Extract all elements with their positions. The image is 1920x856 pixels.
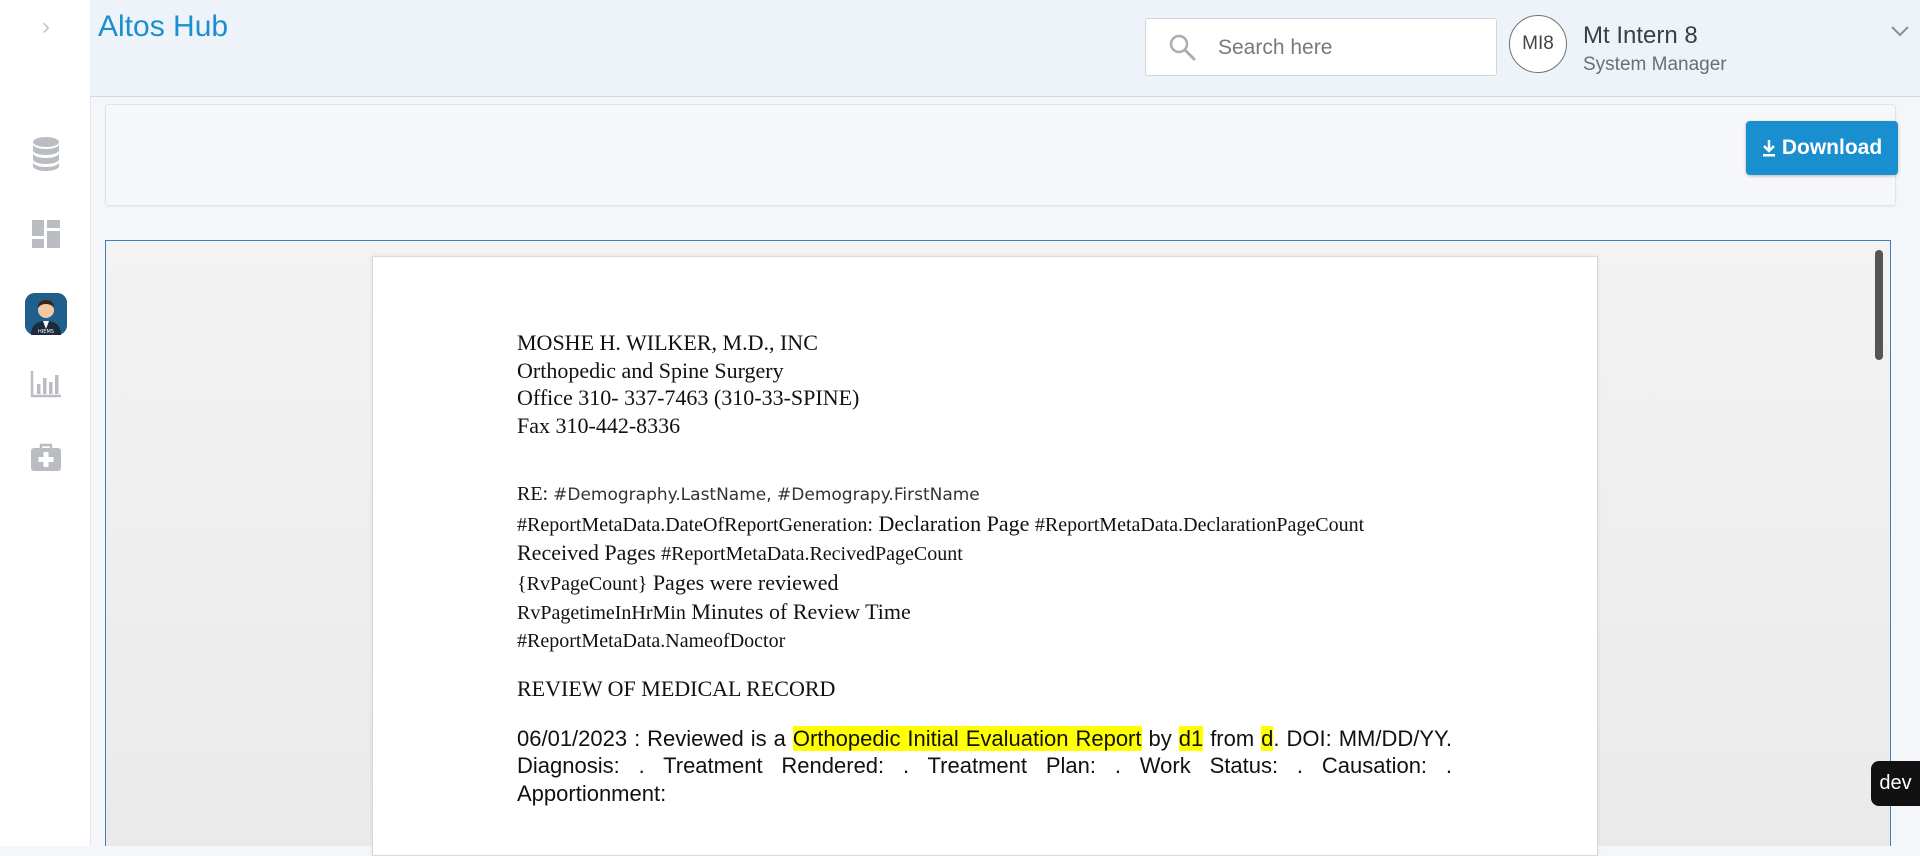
download-icon <box>1762 140 1775 157</box>
report-toolbar: Download <box>105 104 1898 206</box>
dashboard-icon[interactable] <box>25 213 67 255</box>
user-avatar-icon[interactable]: HIEMS <box>25 293 67 335</box>
sidebar: › HIEMS <box>0 0 91 846</box>
doctor-field: #ReportMetaData.NameofDoctor <box>517 629 786 652</box>
entry-date-prefix: 06/01/2023 : Reviewed is a <box>517 725 786 751</box>
re-label: RE: <box>517 483 549 505</box>
doc-header-line: Office 310- 337-7463 (310-33-SPINE) <box>517 385 860 410</box>
document-page: MOSHE H. WILKER, M.D., INC Orthopedic an… <box>372 256 1598 856</box>
user-avatar[interactable]: MI8 <box>1509 15 1567 73</box>
rv-time-field: RvPagetimeInHrMin <box>517 602 686 624</box>
record-entry: 06/01/2023 : Reviewed is a Orthopedic In… <box>517 725 1452 808</box>
bar-chart-icon[interactable] <box>25 363 67 405</box>
declaration-field: #ReportMetaData.DeclarationPageCount <box>1034 513 1365 536</box>
document-content: MOSHE H. WILKER, M.D., INC Orthopedic an… <box>517 329 1452 807</box>
entry-from-word: from <box>1210 725 1255 751</box>
search-box[interactable] <box>1145 18 1497 76</box>
entry-author[interactable]: d1 <box>1178 725 1204 751</box>
received-line: Received Pages #ReportMetaData.RecivedPa… <box>517 539 1452 569</box>
user-role: System Manager <box>1583 54 1727 75</box>
user-name[interactable]: Mt Intern 8 <box>1583 22 1698 50</box>
report-date-line: #ReportMetaData.DateOfReportGeneration: … <box>517 510 1452 540</box>
download-label: Download <box>1781 136 1883 159</box>
chevron-down-icon[interactable] <box>1890 24 1910 43</box>
rv-time-line: RvPagetimeInHrMin Minutes of Review Time <box>517 598 1452 628</box>
download-button[interactable]: Download <box>1746 121 1898 175</box>
section-title: REVIEW OF MEDICAL RECORD <box>517 676 836 701</box>
received-label: Received Pages <box>517 540 656 565</box>
top-header: Altos Hub MI8 Mt Intern 8 System Manager <box>90 0 1920 97</box>
rv-count-line: {RvPageCount} Pages were reviewed <box>517 569 1452 599</box>
app-title[interactable]: Altos Hub <box>98 10 228 44</box>
medical-kit-icon[interactable] <box>25 436 67 478</box>
rv-time-text: Minutes of Review Time <box>691 599 911 624</box>
search-icon <box>1168 33 1196 66</box>
doc-header-line: MOSHE H. WILKER, M.D., INC <box>517 330 818 355</box>
rv-count-field: {RvPageCount} <box>517 572 648 595</box>
sidebar-badge-text: HIEMS <box>38 329 54 335</box>
received-field: #ReportMetaData.RecivedPageCount <box>661 543 963 565</box>
entry-report-type[interactable]: Orthopedic Initial Evaluation Report <box>792 725 1142 751</box>
search-input[interactable] <box>1216 33 1480 63</box>
doc-header-line: Orthopedic and Spine Surgery <box>517 357 784 383</box>
database-icon[interactable] <box>25 133 67 175</box>
declaration-label: Declaration Page <box>878 510 1030 536</box>
doc-header-line: Fax 310-442-8336 <box>517 412 681 438</box>
rv-count-text: Pages were reviewed <box>652 569 839 595</box>
environment-badge: dev <box>1871 761 1920 806</box>
report-date-field: #ReportMetaData.DateOfReportGeneration: <box>517 513 873 536</box>
expand-sidebar-chevron-icon[interactable]: › <box>36 14 56 40</box>
entry-source[interactable]: d <box>1261 725 1274 751</box>
re-line: RE: #Demography.LastName, #Demograpy.Fir… <box>517 481 1452 510</box>
re-fields: #Demography.LastName, #Demograpy.FirstNa… <box>553 485 980 505</box>
viewer-scrollbar[interactable] <box>1875 250 1883 360</box>
entry-by-word: by <box>1148 725 1172 751</box>
